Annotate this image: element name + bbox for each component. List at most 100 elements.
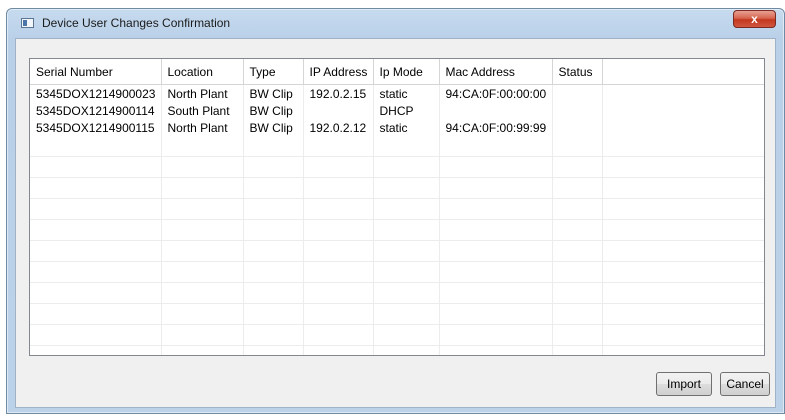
empty-cell (373, 177, 440, 199)
cell-serial-number: 5345DOX1214900115 (30, 119, 162, 136)
empty-cell (602, 303, 764, 325)
cell-filler (602, 119, 764, 136)
dialog-body: Serial Number Location Type IP Address I… (15, 38, 776, 408)
column-header-ip-mode[interactable]: Ip Mode (373, 59, 440, 85)
table-row[interactable]: 5345DOX1214900114 South Plant BW Clip DH… (30, 102, 764, 119)
empty-cell (303, 177, 374, 199)
column-header-mac-address[interactable]: Mac Address (439, 59, 553, 85)
device-grid: Serial Number Location Type IP Address I… (30, 59, 764, 355)
empty-cell (602, 177, 764, 199)
empty-cell (602, 345, 764, 355)
empty-cell (552, 240, 603, 262)
empty-cell (552, 282, 603, 304)
empty-cell (243, 303, 304, 325)
empty-cell (439, 345, 553, 355)
empty-cell (439, 282, 553, 304)
column-header-ip-address[interactable]: IP Address (303, 59, 374, 85)
empty-cell (243, 156, 304, 178)
empty-cell (303, 240, 374, 262)
empty-cell (243, 219, 304, 241)
empty-table-row (30, 282, 764, 304)
empty-table-row (30, 177, 764, 199)
cell-type: BW Clip (243, 84, 304, 102)
empty-cell (552, 156, 603, 178)
empty-cell (243, 136, 304, 157)
empty-cell (439, 261, 553, 283)
empty-cell (30, 303, 162, 325)
empty-cell (303, 282, 374, 304)
cell-filler (602, 102, 764, 119)
table-row[interactable]: 5345DOX1214900115 North Plant BW Clip 19… (30, 119, 764, 136)
empty-cell (30, 282, 162, 304)
empty-cell (439, 177, 553, 199)
column-header-location[interactable]: Location (161, 59, 244, 85)
empty-cell (602, 219, 764, 241)
empty-table-row (30, 219, 764, 241)
empty-cell (161, 136, 244, 157)
empty-cell (552, 198, 603, 220)
import-button[interactable]: Import (656, 372, 712, 396)
empty-cell (552, 261, 603, 283)
title-bar[interactable]: Device User Changes Confirmation x (7, 9, 784, 37)
cell-mac-address (439, 102, 553, 119)
cell-location: North Plant (161, 119, 244, 136)
empty-table-row (30, 240, 764, 262)
table-header-row: Serial Number Location Type IP Address I… (30, 59, 764, 85)
empty-cell (602, 324, 764, 346)
close-button[interactable]: x (733, 10, 776, 28)
empty-cell (373, 303, 440, 325)
empty-cell (161, 324, 244, 346)
empty-cell (243, 282, 304, 304)
cell-status (552, 119, 603, 136)
column-header-status[interactable]: Status (552, 59, 603, 85)
empty-table-row (30, 303, 764, 325)
cell-ip-address: 192.0.2.15 (303, 84, 374, 102)
empty-cell (161, 345, 244, 355)
cell-ip-mode: DHCP (373, 102, 440, 119)
cell-status (552, 84, 603, 102)
empty-cell (243, 324, 304, 346)
cell-ip-mode: static (373, 119, 440, 136)
cell-type: BW Clip (243, 119, 304, 136)
empty-cell (30, 261, 162, 283)
empty-cell (602, 261, 764, 283)
empty-cell (602, 198, 764, 220)
empty-cell (602, 240, 764, 262)
empty-cell (373, 324, 440, 346)
empty-cell (373, 261, 440, 283)
empty-cell (303, 136, 374, 157)
cancel-button[interactable]: Cancel (720, 372, 770, 396)
cell-mac-address: 94:CA:0F:00:99:99 (439, 119, 553, 136)
empty-cell (552, 177, 603, 199)
empty-cell (373, 219, 440, 241)
empty-cell (30, 219, 162, 241)
empty-cell (552, 136, 603, 157)
cell-location: South Plant (161, 102, 244, 119)
window-icon (21, 18, 34, 28)
empty-cell (30, 177, 162, 199)
cell-status (552, 102, 603, 119)
cell-serial-number: 5345DOX1214900114 (30, 102, 162, 119)
empty-cell (439, 136, 553, 157)
cell-filler (602, 84, 764, 102)
empty-cell (373, 282, 440, 304)
empty-cell (373, 345, 440, 355)
empty-cell (552, 345, 603, 355)
cell-mac-address: 94:CA:0F:00:00:00 (439, 84, 553, 102)
device-table[interactable]: Serial Number Location Type IP Address I… (29, 58, 765, 356)
cell-ip-address: 192.0.2.12 (303, 119, 374, 136)
empty-cell (243, 198, 304, 220)
empty-cell (373, 240, 440, 262)
cell-location: North Plant (161, 84, 244, 102)
empty-cell (161, 261, 244, 283)
column-header-serial-number[interactable]: Serial Number (30, 59, 162, 85)
column-header-filler (602, 59, 764, 85)
table-row[interactable]: 5345DOX1214900023 North Plant BW Clip 19… (30, 84, 764, 102)
column-header-type[interactable]: Type (243, 59, 304, 85)
empty-cell (439, 324, 553, 346)
cell-serial-number: 5345DOX1214900023 (30, 84, 162, 102)
cell-type: BW Clip (243, 102, 304, 119)
empty-cell (373, 198, 440, 220)
empty-cell (161, 156, 244, 178)
desktop: Device User Changes Confirmation x Seria… (0, 0, 785, 420)
